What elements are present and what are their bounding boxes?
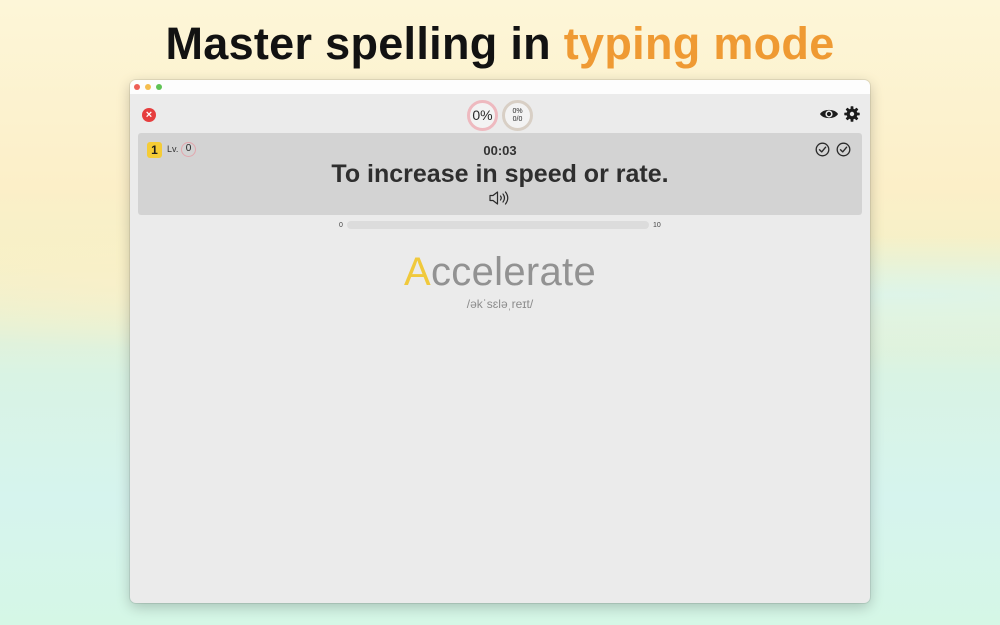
definition-card: 1 Lv. 0 00:03 To increase in speed or ra… — [138, 133, 862, 215]
headline: Master spelling in typing mode — [0, 18, 1000, 70]
typed-letters: A — [404, 250, 431, 294]
accuracy-value: 0% — [472, 107, 493, 123]
window-zoom-control[interactable] — [156, 84, 162, 90]
phonetic-transcription: /əkˈsɛləˌreɪt/ — [466, 297, 534, 311]
accuracy-ring: 0% — [467, 100, 498, 131]
title-bar — [130, 80, 870, 94]
check-circle-icon[interactable] — [836, 142, 851, 157]
check-circle-icon[interactable] — [815, 142, 830, 157]
stats-fraction: 0/0 — [512, 116, 523, 123]
eye-icon[interactable] — [819, 107, 839, 121]
progress-bar — [347, 221, 649, 229]
stats-percent: 0% — [512, 108, 523, 115]
headline-accent: typing mode — [563, 18, 835, 69]
window-close-control[interactable] — [134, 84, 140, 90]
progress-max-label: 10 — [653, 222, 661, 229]
remaining-letters: ccelerate — [430, 250, 596, 294]
close-icon[interactable]: × — [142, 108, 156, 122]
app-window: × 0% 0% 0/0 1 Lv. 0 00:03 To increase in… — [130, 80, 870, 603]
stats-ring: 0% 0/0 — [502, 100, 533, 131]
progress-min-label: 0 — [339, 222, 343, 229]
target-word[interactable]: Accelerate — [130, 250, 870, 295]
definition-text: To increase in speed or rate. — [331, 160, 669, 188]
speaker-icon[interactable] — [488, 190, 510, 206]
gear-icon[interactable] — [844, 106, 860, 122]
window-minimize-control[interactable] — [145, 84, 151, 90]
headline-main: Master spelling in — [165, 18, 551, 69]
timer: 00:03 — [483, 143, 517, 158]
